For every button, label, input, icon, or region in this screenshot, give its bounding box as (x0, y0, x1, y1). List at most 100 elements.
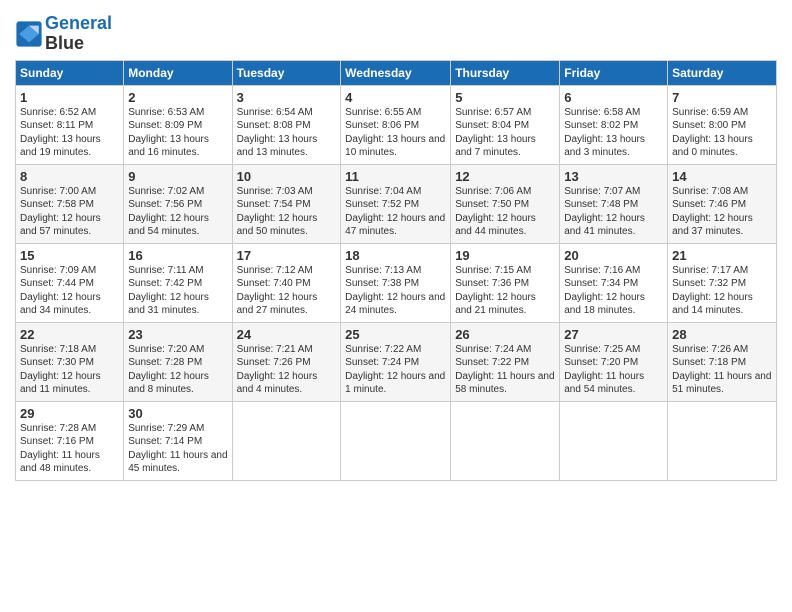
day-info: Sunrise: 7:15 AM Sunset: 7:36 PM Dayligh… (455, 264, 555, 318)
weekday-header-wednesday: Wednesday (341, 60, 451, 85)
day-info: Sunrise: 7:13 AM Sunset: 7:38 PM Dayligh… (345, 264, 446, 318)
day-number: 17 (237, 248, 337, 263)
calendar-cell: 16 Sunrise: 7:11 AM Sunset: 7:42 PM Dayl… (124, 243, 232, 322)
day-info: Sunrise: 7:07 AM Sunset: 7:48 PM Dayligh… (564, 185, 663, 239)
day-number: 15 (20, 248, 119, 263)
day-number: 12 (455, 169, 555, 184)
calendar-cell: 22 Sunrise: 7:18 AM Sunset: 7:30 PM Dayl… (16, 322, 124, 401)
calendar-cell: 23 Sunrise: 7:20 AM Sunset: 7:28 PM Dayl… (124, 322, 232, 401)
day-number: 29 (20, 406, 119, 421)
day-number: 1 (20, 90, 119, 105)
day-number: 26 (455, 327, 555, 342)
calendar-cell (451, 401, 560, 480)
calendar-cell: 5 Sunrise: 6:57 AM Sunset: 8:04 PM Dayli… (451, 85, 560, 164)
day-info: Sunrise: 7:20 AM Sunset: 7:28 PM Dayligh… (128, 343, 227, 397)
logo: GeneralBlue (15, 14, 112, 54)
calendar-cell: 27 Sunrise: 7:25 AM Sunset: 7:20 PM Dayl… (560, 322, 668, 401)
day-number: 19 (455, 248, 555, 263)
calendar-cell: 9 Sunrise: 7:02 AM Sunset: 7:56 PM Dayli… (124, 164, 232, 243)
day-number: 22 (20, 327, 119, 342)
day-info: Sunrise: 7:12 AM Sunset: 7:40 PM Dayligh… (237, 264, 337, 318)
weekday-header-friday: Friday (560, 60, 668, 85)
day-number: 5 (455, 90, 555, 105)
calendar-cell: 17 Sunrise: 7:12 AM Sunset: 7:40 PM Dayl… (232, 243, 341, 322)
day-number: 6 (564, 90, 663, 105)
week-row-4: 22 Sunrise: 7:18 AM Sunset: 7:30 PM Dayl… (16, 322, 777, 401)
day-info: Sunrise: 6:54 AM Sunset: 8:08 PM Dayligh… (237, 106, 337, 160)
calendar-cell (341, 401, 451, 480)
calendar-cell: 8 Sunrise: 7:00 AM Sunset: 7:58 PM Dayli… (16, 164, 124, 243)
calendar-cell: 19 Sunrise: 7:15 AM Sunset: 7:36 PM Dayl… (451, 243, 560, 322)
day-number: 11 (345, 169, 446, 184)
day-info: Sunrise: 7:29 AM Sunset: 7:14 PM Dayligh… (128, 422, 227, 476)
day-number: 14 (672, 169, 772, 184)
day-info: Sunrise: 7:16 AM Sunset: 7:34 PM Dayligh… (564, 264, 663, 318)
day-number: 24 (237, 327, 337, 342)
logo-icon (15, 20, 43, 48)
week-row-1: 1 Sunrise: 6:52 AM Sunset: 8:11 PM Dayli… (16, 85, 777, 164)
calendar-cell: 1 Sunrise: 6:52 AM Sunset: 8:11 PM Dayli… (16, 85, 124, 164)
calendar-cell: 7 Sunrise: 6:59 AM Sunset: 8:00 PM Dayli… (668, 85, 777, 164)
day-info: Sunrise: 7:25 AM Sunset: 7:20 PM Dayligh… (564, 343, 663, 397)
calendar-cell: 2 Sunrise: 6:53 AM Sunset: 8:09 PM Dayli… (124, 85, 232, 164)
day-number: 2 (128, 90, 227, 105)
calendar-cell: 20 Sunrise: 7:16 AM Sunset: 7:34 PM Dayl… (560, 243, 668, 322)
day-number: 3 (237, 90, 337, 105)
calendar-cell: 14 Sunrise: 7:08 AM Sunset: 7:46 PM Dayl… (668, 164, 777, 243)
day-info: Sunrise: 6:52 AM Sunset: 8:11 PM Dayligh… (20, 106, 119, 160)
calendar-cell (560, 401, 668, 480)
calendar-cell: 13 Sunrise: 7:07 AM Sunset: 7:48 PM Dayl… (560, 164, 668, 243)
day-info: Sunrise: 7:24 AM Sunset: 7:22 PM Dayligh… (455, 343, 555, 397)
day-number: 30 (128, 406, 227, 421)
calendar-table: SundayMondayTuesdayWednesdayThursdayFrid… (15, 60, 777, 481)
day-info: Sunrise: 6:58 AM Sunset: 8:02 PM Dayligh… (564, 106, 663, 160)
calendar-cell: 29 Sunrise: 7:28 AM Sunset: 7:16 PM Dayl… (16, 401, 124, 480)
calendar-cell (232, 401, 341, 480)
day-info: Sunrise: 7:18 AM Sunset: 7:30 PM Dayligh… (20, 343, 119, 397)
day-number: 10 (237, 169, 337, 184)
day-info: Sunrise: 7:09 AM Sunset: 7:44 PM Dayligh… (20, 264, 119, 318)
day-info: Sunrise: 6:59 AM Sunset: 8:00 PM Dayligh… (672, 106, 772, 160)
day-info: Sunrise: 7:22 AM Sunset: 7:24 PM Dayligh… (345, 343, 446, 397)
day-number: 16 (128, 248, 227, 263)
day-number: 18 (345, 248, 446, 263)
calendar-cell: 15 Sunrise: 7:09 AM Sunset: 7:44 PM Dayl… (16, 243, 124, 322)
day-number: 20 (564, 248, 663, 263)
calendar-cell: 30 Sunrise: 7:29 AM Sunset: 7:14 PM Dayl… (124, 401, 232, 480)
calendar-cell: 25 Sunrise: 7:22 AM Sunset: 7:24 PM Dayl… (341, 322, 451, 401)
calendar-cell: 26 Sunrise: 7:24 AM Sunset: 7:22 PM Dayl… (451, 322, 560, 401)
page-container: GeneralBlue SundayMondayTuesdayWednesday… (0, 0, 792, 491)
weekday-header-monday: Monday (124, 60, 232, 85)
day-number: 21 (672, 248, 772, 263)
calendar-cell: 4 Sunrise: 6:55 AM Sunset: 8:06 PM Dayli… (341, 85, 451, 164)
day-info: Sunrise: 7:08 AM Sunset: 7:46 PM Dayligh… (672, 185, 772, 239)
week-row-5: 29 Sunrise: 7:28 AM Sunset: 7:16 PM Dayl… (16, 401, 777, 480)
calendar-cell (668, 401, 777, 480)
calendar-cell: 24 Sunrise: 7:21 AM Sunset: 7:26 PM Dayl… (232, 322, 341, 401)
day-number: 4 (345, 90, 446, 105)
day-number: 7 (672, 90, 772, 105)
calendar-cell: 28 Sunrise: 7:26 AM Sunset: 7:18 PM Dayl… (668, 322, 777, 401)
calendar-cell: 3 Sunrise: 6:54 AM Sunset: 8:08 PM Dayli… (232, 85, 341, 164)
day-info: Sunrise: 6:55 AM Sunset: 8:06 PM Dayligh… (345, 106, 446, 160)
day-number: 23 (128, 327, 227, 342)
day-info: Sunrise: 7:04 AM Sunset: 7:52 PM Dayligh… (345, 185, 446, 239)
day-info: Sunrise: 7:00 AM Sunset: 7:58 PM Dayligh… (20, 185, 119, 239)
calendar-cell: 18 Sunrise: 7:13 AM Sunset: 7:38 PM Dayl… (341, 243, 451, 322)
day-info: Sunrise: 7:21 AM Sunset: 7:26 PM Dayligh… (237, 343, 337, 397)
weekday-header-tuesday: Tuesday (232, 60, 341, 85)
day-info: Sunrise: 6:53 AM Sunset: 8:09 PM Dayligh… (128, 106, 227, 160)
day-number: 13 (564, 169, 663, 184)
day-number: 28 (672, 327, 772, 342)
day-info: Sunrise: 7:11 AM Sunset: 7:42 PM Dayligh… (128, 264, 227, 318)
week-row-2: 8 Sunrise: 7:00 AM Sunset: 7:58 PM Dayli… (16, 164, 777, 243)
weekday-header-thursday: Thursday (451, 60, 560, 85)
day-info: Sunrise: 7:06 AM Sunset: 7:50 PM Dayligh… (455, 185, 555, 239)
day-info: Sunrise: 7:02 AM Sunset: 7:56 PM Dayligh… (128, 185, 227, 239)
day-number: 9 (128, 169, 227, 184)
calendar-cell: 10 Sunrise: 7:03 AM Sunset: 7:54 PM Dayl… (232, 164, 341, 243)
day-number: 25 (345, 327, 446, 342)
calendar-cell: 6 Sunrise: 6:58 AM Sunset: 8:02 PM Dayli… (560, 85, 668, 164)
calendar-cell: 21 Sunrise: 7:17 AM Sunset: 7:32 PM Dayl… (668, 243, 777, 322)
day-info: Sunrise: 7:26 AM Sunset: 7:18 PM Dayligh… (672, 343, 772, 397)
